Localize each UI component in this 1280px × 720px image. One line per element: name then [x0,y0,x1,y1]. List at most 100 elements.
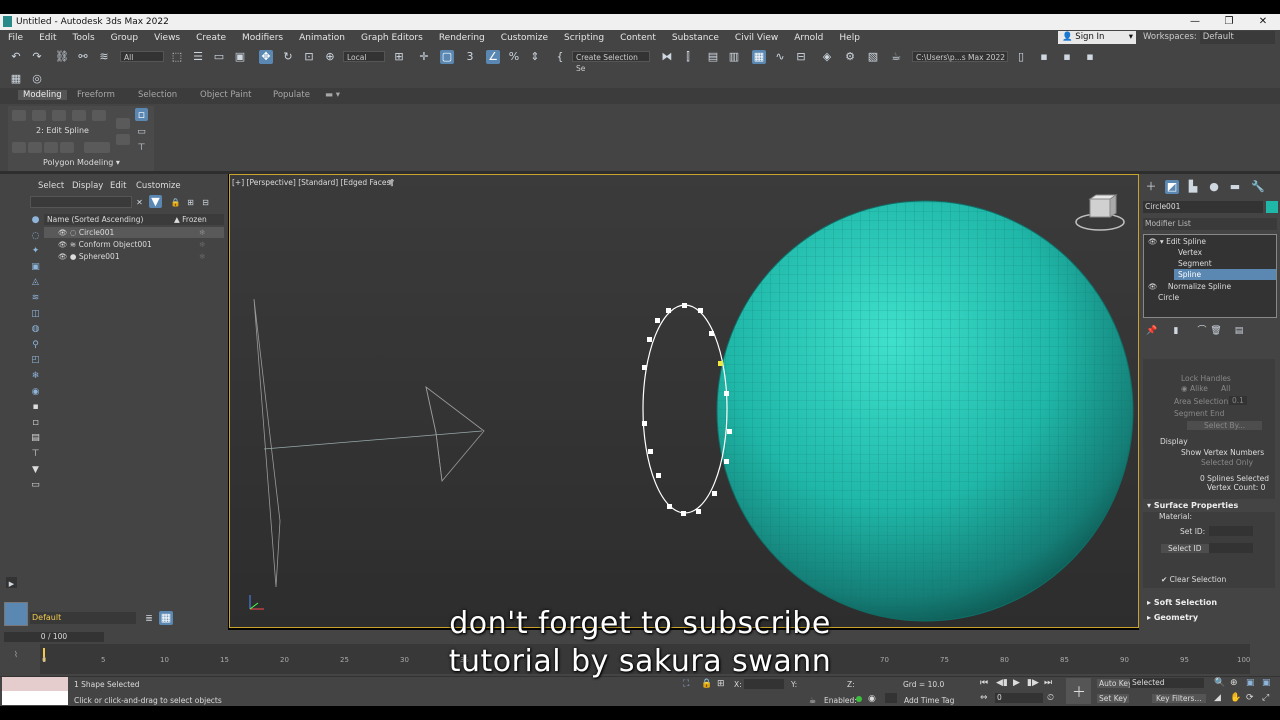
display-none-icon[interactable]: ◽ [29,417,42,430]
adaptive-degradation-icon[interactable]: ☕ [809,696,816,705]
selected-only-label[interactable]: Selected Only [1201,458,1253,467]
layer-icon[interactable]: ⊟ [200,196,211,207]
ribbon-btn-9[interactable] [60,142,74,153]
enabled-indicator[interactable] [856,696,862,702]
ribbon-btn-11[interactable] [116,118,130,129]
play-icon[interactable]: ▶ [1013,678,1020,688]
redo-icon[interactable]: ↷ [30,50,44,64]
toolbar-icon-a[interactable]: ▪ [1037,50,1051,64]
select-manipulate-icon[interactable]: ✛ [417,50,431,64]
render-setup-icon[interactable]: ⚙ [843,50,857,64]
display-all-icon[interactable]: ▪ [29,401,42,414]
menu-civil-view[interactable]: Civil View [727,33,786,43]
maxscript-listener-pink[interactable] [2,677,68,691]
lock-handles-label[interactable]: Lock Handles [1181,374,1231,383]
ribbon-btn-12[interactable] [116,134,130,145]
filter-frozen-icon[interactable]: ❄ [29,370,42,383]
scene-search-input[interactable] [30,196,132,208]
pivot-center-icon[interactable]: ⊞ [392,50,406,64]
zoom-extents-icon[interactable]: ▣ [1246,678,1255,688]
select-id-spinner[interactable] [1209,543,1253,553]
zoom-extents-all-icon[interactable]: ▣ [1262,678,1271,688]
menu-help[interactable]: Help [831,33,868,43]
object-color-swatch[interactable] [1266,201,1278,213]
filter-geometry-icon[interactable]: ● [29,214,42,227]
sign-in-dropdown[interactable]: 👤 Sign In ▾ [1058,31,1136,44]
select-by-button[interactable]: Select By... [1187,421,1263,430]
add-time-tag[interactable]: Add Time Tag [904,696,954,705]
eye-icon[interactable]: 👁 [58,240,68,249]
menu-animation[interactable]: Animation [291,33,353,43]
ribbon-btn-4[interactable] [72,110,86,121]
sort-icon[interactable]: ⊤ [29,448,42,461]
lock-icon[interactable]: 🔒 [170,196,181,207]
ribbon-options-icon[interactable]: ▬ ▾ [325,90,340,100]
ribbon-btn-3[interactable] [52,110,66,121]
filter-shapes-icon[interactable]: ◌ [29,230,42,243]
go-to-end-icon[interactable]: ⏭ [1044,678,1052,688]
menu-views[interactable]: Views [146,33,188,43]
minimize-button[interactable]: — [1178,14,1212,30]
render-frame-icon[interactable]: ▧ [866,50,880,64]
zoom-all-icon[interactable]: ⊕ [1230,678,1238,688]
set-key-button[interactable]: Set Key [1097,694,1130,703]
filter-bones-icon[interactable]: ⚲ [29,339,42,352]
menu-substance[interactable]: Substance [664,33,727,43]
motion-tab-icon[interactable]: ● [1207,180,1221,194]
eye-icon[interactable]: 👁 [58,252,68,261]
perspective-viewport[interactable]: [+] [Perspective] [Standard] [Edged Face… [229,174,1139,628]
maximize-button[interactable]: ❐ [1212,14,1246,30]
filter-spacewarps-icon[interactable]: ≋ [29,292,42,305]
ribbon-side-icon-b[interactable]: ⊤ [135,141,148,154]
scene-row-conform[interactable]: 👁 ≋ Conform Object001 ❄ [44,239,224,250]
absolute-mode-icon[interactable]: ⊞ [717,679,725,689]
workspace-selector[interactable]: Workspaces: Default [1143,31,1275,44]
time-config-icon[interactable]: ⏲ [1047,693,1054,703]
menu-content[interactable]: Content [612,33,664,43]
set-key-big-button[interactable]: ＋ [1066,678,1091,704]
tab-populate[interactable]: Populate [273,90,310,100]
modify-tab-icon[interactable]: ◩ [1165,180,1179,194]
filter-helpers-icon[interactable]: ◬ [29,276,42,289]
segment-end-label[interactable]: Segment End [1174,409,1224,418]
col-frozen[interactable]: ▲ Frozen [174,214,207,225]
clear-search-icon[interactable]: ✕ [134,196,145,207]
auto-key-button[interactable]: Auto Key [1097,679,1135,688]
stack-vertex[interactable]: Vertex [1144,247,1276,258]
hierarchy-tab-icon[interactable]: ▙ [1186,180,1200,194]
utilities-tab-icon[interactable]: 🔧 [1251,180,1265,194]
menu-edit[interactable]: Edit [31,33,64,43]
object-name-input[interactable]: Circle001 [1143,201,1263,213]
ribbon-toggle-icon[interactable]: ▦ [752,50,766,64]
select-id-button[interactable]: Select ID [1161,544,1209,553]
display-tab-icon[interactable]: ▬ [1228,180,1242,194]
schematic-view-icon[interactable]: ⊟ [794,50,808,64]
ribbon-btn-8[interactable] [44,142,58,153]
snap-3d-icon[interactable]: 3 [463,50,477,64]
hierarchy-icon[interactable]: ⊞ [185,196,196,207]
filter-containers-icon[interactable]: ◰ [29,354,42,367]
selection-set-dropdown[interactable]: Create Selection Se [572,51,650,73]
material-editor-icon[interactable]: ◈ [820,50,834,64]
tab-freeform[interactable]: Freeform [77,90,115,100]
edit-named-sets-icon[interactable]: { [553,50,567,64]
surface-properties-rollout[interactable]: ▾ Surface Properties [1147,501,1238,510]
viewcube[interactable] [1075,194,1125,231]
scene-explorer-icon[interactable]: ▤ [706,50,720,64]
menu-scripting[interactable]: Scripting [556,33,612,43]
scene-menu-display[interactable]: Display [72,181,103,191]
isolate-icon[interactable]: ⛶ [683,679,689,689]
current-frame-input[interactable]: 0 [995,693,1043,703]
time-tag-field[interactable] [885,693,897,703]
x-coord-input[interactable] [744,679,784,689]
ribbon-btn-7[interactable] [28,142,42,153]
keyboard-shortcut-icon[interactable]: ▢ [440,50,454,64]
camera-target[interactable] [253,298,485,588]
eye-icon[interactable]: 👁 [1148,237,1158,246]
key-set-dropdown[interactable]: Selected [1130,678,1204,688]
menu-group[interactable]: Group [103,33,146,43]
show-vertex-numbers-label[interactable]: Show Vertex Numbers [1181,448,1264,457]
scale-icon[interactable]: ⊡ [302,50,316,64]
tab-modeling[interactable]: Modeling [18,90,67,100]
menu-customize[interactable]: Customize [493,33,556,43]
